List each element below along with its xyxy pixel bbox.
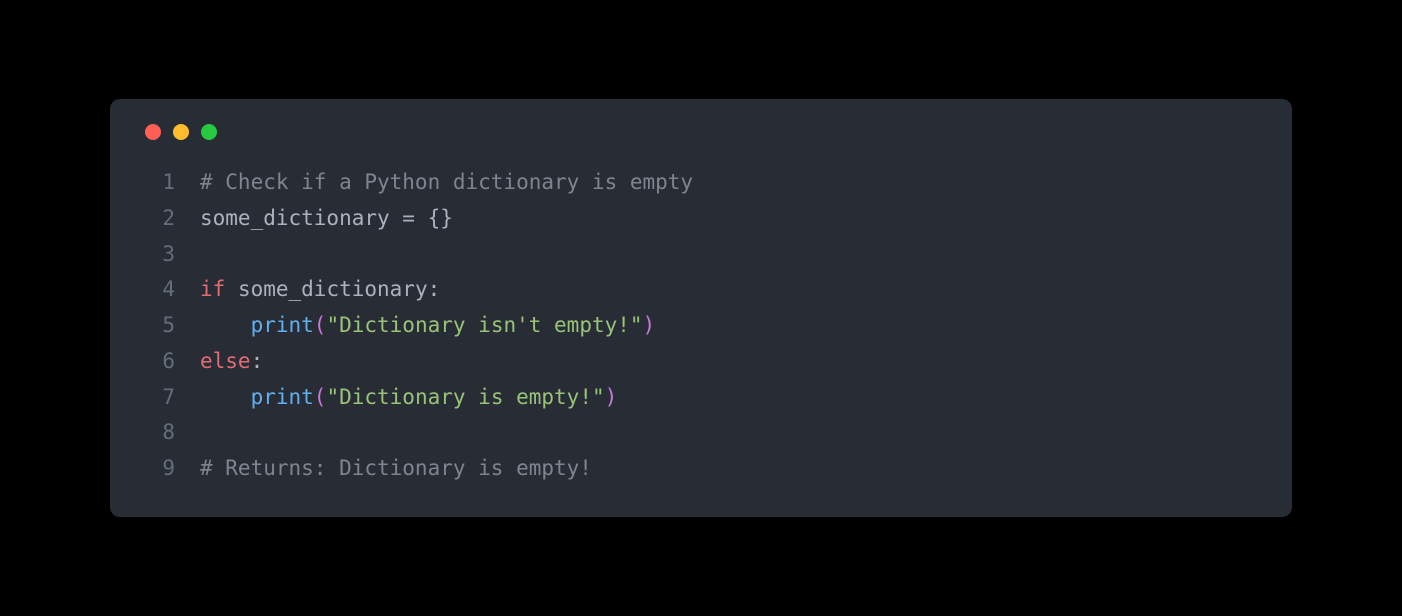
code-token <box>415 206 428 230</box>
line-content: # Returns: Dictionary is empty! <box>200 451 1262 487</box>
maximize-icon[interactable] <box>201 124 217 140</box>
line-content: if some_dictionary: <box>200 272 1262 308</box>
line-number: 2 <box>140 201 175 237</box>
line-content: # Check if a Python dictionary is empty <box>200 165 1262 201</box>
minimize-icon[interactable] <box>173 124 189 140</box>
code-token: ) <box>605 385 618 409</box>
line-content: print("Dictionary is empty!") <box>200 380 1262 416</box>
line-number: 1 <box>140 165 175 201</box>
code-line: 6 else: <box>140 344 1262 380</box>
line-number: 5 <box>140 308 175 344</box>
code-token: some_dictionary <box>200 206 402 230</box>
code-token <box>200 385 251 409</box>
code-token: {} <box>428 206 453 230</box>
line-content <box>200 237 1262 273</box>
code-token: ( <box>314 385 327 409</box>
code-line: 2 some_dictionary = {} <box>140 201 1262 237</box>
line-number: 9 <box>140 451 175 487</box>
line-number: 8 <box>140 415 175 451</box>
code-token: some_dictionary <box>225 277 427 301</box>
code-line: 5 print("Dictionary isn't empty!") <box>140 308 1262 344</box>
code-token: "Dictionary is empty!" <box>326 385 604 409</box>
code-token: : <box>428 277 441 301</box>
code-line: 9 # Returns: Dictionary is empty! <box>140 451 1262 487</box>
code-token: = <box>402 206 415 230</box>
code-token: ( <box>314 313 327 337</box>
code-token: print <box>251 313 314 337</box>
code-token: : <box>251 349 264 373</box>
code-line: 7 print("Dictionary is empty!") <box>140 380 1262 416</box>
code-token: print <box>251 385 314 409</box>
window-controls <box>140 124 1262 140</box>
line-content: else: <box>200 344 1262 380</box>
line-number: 4 <box>140 272 175 308</box>
code-token: # Check if a Python dictionary is empty <box>200 170 693 194</box>
line-content: some_dictionary = {} <box>200 201 1262 237</box>
code-token: # Returns: Dictionary is empty! <box>200 456 592 480</box>
code-area[interactable]: 1 # Check if a Python dictionary is empty… <box>140 165 1262 486</box>
code-token: else <box>200 349 251 373</box>
code-line: 1 # Check if a Python dictionary is empty <box>140 165 1262 201</box>
line-number: 3 <box>140 237 175 273</box>
code-line: 4 if some_dictionary: <box>140 272 1262 308</box>
line-content: print("Dictionary isn't empty!") <box>200 308 1262 344</box>
code-editor-window: 1 # Check if a Python dictionary is empty… <box>110 99 1292 516</box>
line-number: 6 <box>140 344 175 380</box>
code-token: "Dictionary isn't empty!" <box>326 313 642 337</box>
line-content <box>200 415 1262 451</box>
close-icon[interactable] <box>145 124 161 140</box>
code-line: 3 <box>140 237 1262 273</box>
line-number: 7 <box>140 380 175 416</box>
code-token: ) <box>643 313 656 337</box>
code-line: 8 <box>140 415 1262 451</box>
code-token <box>200 313 251 337</box>
code-token: if <box>200 277 225 301</box>
